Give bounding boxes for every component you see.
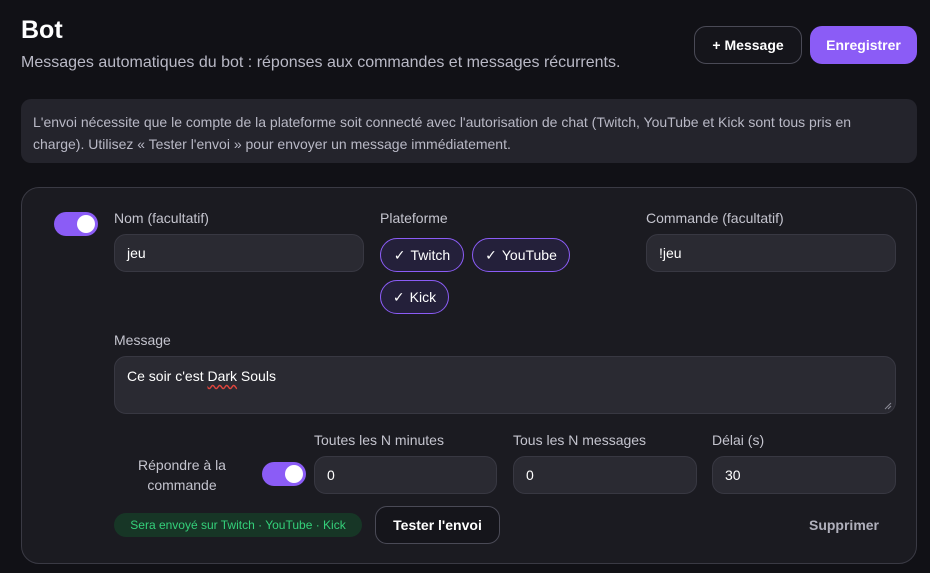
message-text-part: Ce soir c'est — [127, 368, 208, 384]
delay-input[interactable]: 30 — [712, 456, 896, 494]
misspelled-word: Dark — [207, 368, 238, 384]
page-subtitle: Messages automatiques du bot : réponses … — [21, 54, 621, 71]
delay-label: Délai (s) — [712, 432, 765, 448]
platform-chip-label: Kick — [409, 289, 437, 305]
check-icon: ✓ — [393, 246, 406, 263]
platform-chip-label: YouTube — [501, 247, 557, 263]
command-label: Commande (facultatif) — [646, 210, 784, 226]
plus-icon: + — [712, 37, 721, 53]
resize-handle-icon[interactable] — [884, 402, 892, 410]
platforms-status-badge: Sera envoyé sur Twitch · YouTube · Kick — [114, 513, 362, 537]
toggle-knob — [285, 465, 303, 483]
add-message-label: Message — [724, 37, 784, 53]
platform-chip-label: Twitch — [410, 247, 451, 263]
platform-chip-youtube[interactable]: ✓ YouTube — [472, 238, 570, 272]
delete-button[interactable]: Supprimer — [794, 506, 894, 544]
test-send-button[interactable]: Tester l'envoi — [375, 506, 500, 544]
check-icon: ✓ — [485, 246, 497, 263]
save-button[interactable]: Enregistrer — [810, 26, 917, 64]
page-title: Bot — [21, 16, 63, 44]
name-input[interactable]: jeu — [114, 234, 364, 272]
platform-label: Plateforme — [380, 210, 448, 226]
check-icon: ✓ — [392, 288, 405, 305]
platform-chip-twitch[interactable]: ✓ Twitch — [380, 238, 464, 272]
command-input[interactable]: !jeu — [646, 234, 896, 272]
toggle-knob — [77, 215, 95, 233]
add-message-button[interactable]: + Message — [694, 26, 802, 64]
interval-minutes-input[interactable]: 0 — [314, 456, 497, 494]
message-textarea[interactable]: Ce soir c'est Dark Souls — [114, 356, 896, 414]
name-label: Nom (facultatif) — [114, 210, 209, 226]
respond-command-toggle[interactable] — [262, 462, 306, 486]
interval-messages-label: Tous les N messages — [513, 432, 647, 448]
enabled-toggle[interactable] — [54, 212, 98, 236]
interval-minutes-label: Toutes les N minutes — [314, 432, 444, 448]
info-notice: L'envoi nécessite que le compte de la pl… — [21, 99, 917, 163]
message-label: Message — [114, 332, 171, 348]
interval-messages-input[interactable]: 0 — [513, 456, 697, 494]
platform-chip-kick[interactable]: ✓ Kick — [380, 280, 449, 314]
message-text-part: Souls — [237, 368, 276, 384]
respond-command-label: Répondre à la commande — [138, 457, 226, 493]
